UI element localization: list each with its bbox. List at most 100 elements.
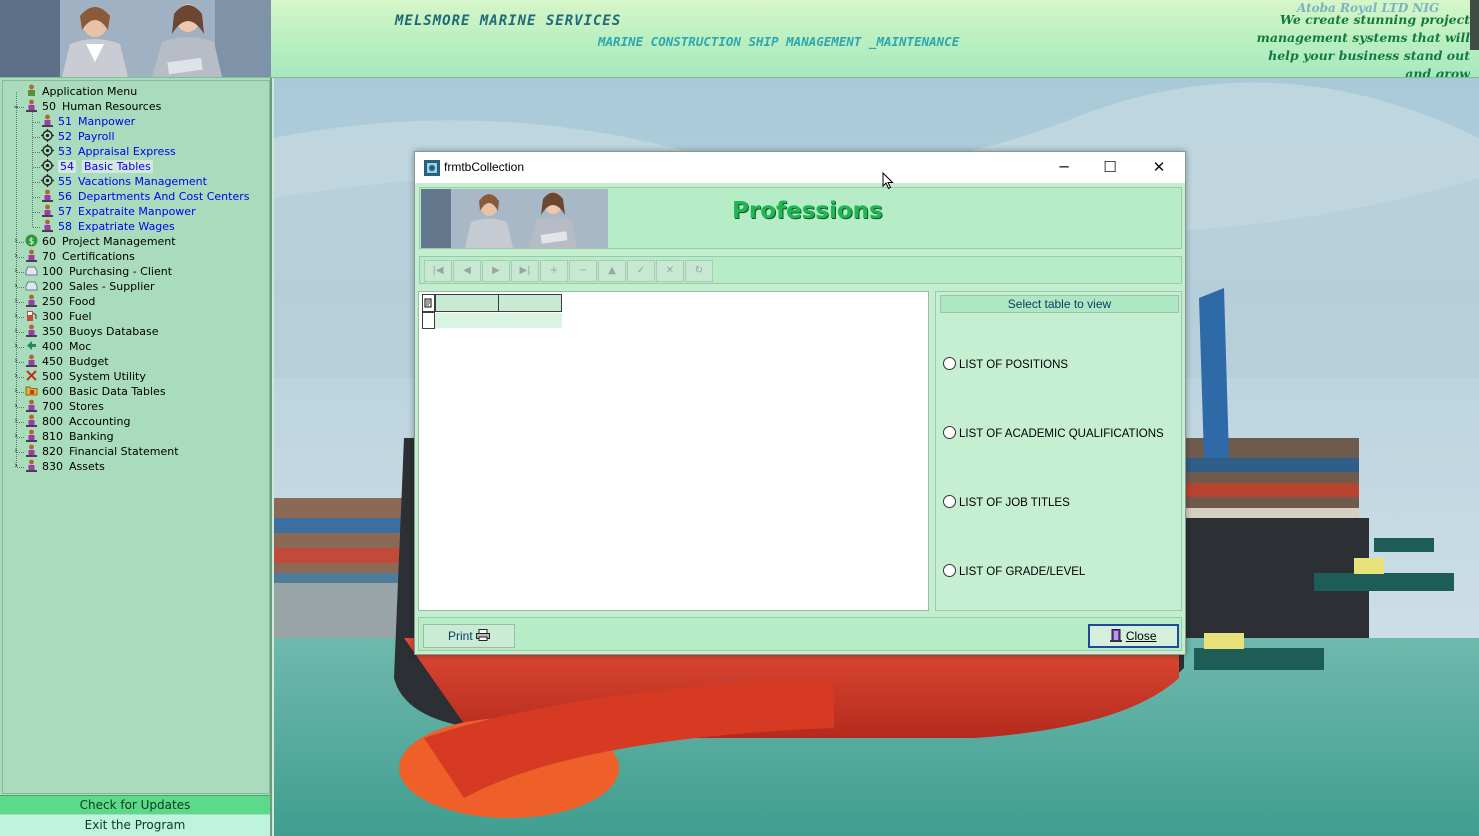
tree-item-300[interactable]: 300 Fuel bbox=[25, 309, 92, 324]
post-record-button[interactable]: ✓ bbox=[627, 260, 655, 282]
delete-record-button[interactable]: − bbox=[569, 260, 597, 282]
tree-item-350[interactable]: 350 Buoys Database bbox=[25, 324, 158, 339]
grid-new-row[interactable] bbox=[435, 313, 562, 328]
banner-photo bbox=[421, 189, 608, 248]
first-record-button[interactable]: |◀ bbox=[424, 260, 452, 282]
radio-list-of-grade-level[interactable]: LIST OF GRADE/LEVEL bbox=[943, 564, 1085, 580]
maximize-button[interactable]: ☐ bbox=[1087, 152, 1133, 183]
tree-item-text: Departments And Cost Centers bbox=[78, 190, 250, 203]
print-button[interactable]: Print bbox=[423, 624, 515, 648]
refresh-record-button[interactable]: ↻ bbox=[685, 260, 713, 282]
minimize-button[interactable]: ─ bbox=[1041, 152, 1087, 183]
tree-item-label: 60 bbox=[42, 235, 56, 248]
close-icon: ✕ bbox=[1152, 158, 1166, 176]
tree-item-500[interactable]: 500 System Utility bbox=[25, 369, 146, 384]
tree-item-53[interactable]: 53 Appraisal Express bbox=[41, 144, 176, 159]
radio-list-of-job-titles[interactable]: LIST OF JOB TITLES bbox=[943, 495, 1070, 511]
tree-item-text: Appraisal Express bbox=[78, 145, 176, 158]
tree-item-57[interactable]: 57 Expatraite Manpower bbox=[41, 204, 196, 219]
next-record-button[interactable]: ▶ bbox=[482, 260, 510, 282]
sidebar: Application Menu ⌄ 50 Human Resources 51 Man… bbox=[0, 78, 272, 836]
grid-column-header[interactable] bbox=[435, 294, 499, 312]
tree-item-text: Project Management bbox=[62, 235, 176, 248]
tree-item-51[interactable]: 51 Manpower bbox=[41, 114, 135, 129]
person-icon bbox=[25, 294, 38, 307]
tree-item-label: 58 bbox=[58, 220, 72, 233]
tree-item-800[interactable]: 800 Accounting bbox=[25, 414, 130, 429]
grid-row-indicator[interactable] bbox=[422, 294, 435, 312]
grid-new-row-indicator[interactable] bbox=[422, 312, 435, 329]
last-record-button[interactable]: ▶| bbox=[511, 260, 539, 282]
radio-label: LIST OF ACADEMIC QUALIFICATIONS bbox=[959, 428, 1164, 440]
tree-item-450[interactable]: 450 Budget bbox=[25, 354, 109, 369]
tree-item-56[interactable]: 56 Departments And Cost Centers bbox=[41, 189, 249, 204]
tree-item-text: Manpower bbox=[78, 115, 136, 128]
tree-guide-line bbox=[17, 302, 24, 303]
tree-item-55[interactable]: 55 Vacations Management bbox=[41, 174, 207, 189]
radio-button[interactable] bbox=[943, 495, 956, 508]
tree-item-text: Certifications bbox=[62, 250, 135, 263]
application-menu-tree[interactable]: Application Menu ⌄ 50 Human Resources 51 Man… bbox=[2, 80, 270, 794]
data-grid[interactable] bbox=[418, 291, 929, 611]
tree-root[interactable]: Application Menu bbox=[25, 84, 137, 99]
tree-item-400[interactable]: 400 Moc bbox=[25, 339, 91, 354]
insert-record-button[interactable]: + bbox=[540, 260, 568, 282]
tree-item-text: Assets bbox=[69, 460, 105, 473]
tree-guide-line bbox=[33, 137, 40, 138]
tree-guide-line bbox=[17, 287, 24, 288]
exit-program-button[interactable]: Exit the Program bbox=[0, 815, 270, 836]
app-window-icon bbox=[424, 160, 440, 176]
tree-item-200[interactable]: 200 Sales - Supplier bbox=[25, 279, 155, 294]
person-icon bbox=[25, 324, 38, 337]
tree-item-text: Vacations Management bbox=[78, 175, 207, 188]
tree-item-text: Buoys Database bbox=[69, 325, 159, 338]
tree-item-100[interactable]: 100 Purchasing - Client bbox=[25, 264, 172, 279]
radio-list-of-academic-qualifications[interactable]: LIST OF ACADEMIC QUALIFICATIONS bbox=[943, 426, 1164, 442]
tree-item-text: Basic Data Tables bbox=[69, 385, 166, 398]
tree-item-58[interactable]: 58 Expatriate Wages bbox=[41, 219, 175, 234]
gear-icon bbox=[41, 129, 54, 142]
tree-item-text: Purchasing - Client bbox=[69, 265, 173, 278]
check-for-updates-button[interactable]: Check for Updates bbox=[0, 795, 270, 814]
radio-button[interactable] bbox=[943, 564, 956, 577]
tree-guide-line bbox=[33, 122, 40, 123]
tree-item-250[interactable]: 250 Food bbox=[25, 294, 95, 309]
radio-list-of-positions[interactable]: LIST OF POSITIONS bbox=[943, 357, 1068, 373]
grid-column-header[interactable] bbox=[498, 294, 562, 312]
tree-item-600[interactable]: 600 Basic Data Tables bbox=[25, 384, 166, 399]
radio-button[interactable] bbox=[943, 357, 956, 370]
tree-item-60[interactable]: $60 Project Management bbox=[25, 234, 176, 249]
cancel-record-button[interactable]: ✕ bbox=[656, 260, 684, 282]
company-name: MELSMORE MARINE SERVICES bbox=[395, 13, 622, 29]
radio-button[interactable] bbox=[943, 426, 956, 439]
edit-record-button[interactable]: ▲ bbox=[598, 260, 626, 282]
dialog-title: frmtbCollection bbox=[444, 160, 525, 174]
tree-item-54[interactable]: 54 Basic Tables bbox=[41, 159, 153, 174]
window-close-button[interactable]: ✕ bbox=[1136, 152, 1182, 183]
dialog-banner: Professions bbox=[419, 187, 1182, 249]
tree-item-830[interactable]: 830 Assets bbox=[25, 459, 105, 474]
tree-item-700[interactable]: 700 Stores bbox=[25, 399, 104, 414]
tree-item-label: 700 bbox=[42, 400, 63, 413]
tree-item-text: Human Resources bbox=[62, 100, 162, 113]
tree-item-label: 820 bbox=[42, 445, 63, 458]
tree-item-label: 52 bbox=[58, 130, 72, 143]
tree-item-50[interactable]: 50 Human Resources bbox=[25, 99, 161, 114]
close-button[interactable]: Close bbox=[1088, 624, 1179, 648]
tree-item-810[interactable]: 810 Banking bbox=[25, 429, 114, 444]
tree-item-52[interactable]: 52 Payroll bbox=[41, 129, 115, 144]
tools-icon bbox=[25, 369, 38, 382]
prior-record-button[interactable]: ◀ bbox=[453, 260, 481, 282]
dialog-titlebar[interactable]: frmtbCollection ─ ☐ ✕ bbox=[415, 152, 1185, 183]
tree-item-text: Payroll bbox=[78, 130, 115, 143]
tree-item-70[interactable]: 70 Certifications bbox=[25, 249, 135, 264]
minimize-icon: ─ bbox=[1059, 158, 1069, 176]
close-label: Close bbox=[1125, 629, 1157, 643]
tree-guide-line bbox=[17, 392, 24, 393]
tree-item-820[interactable]: 820 Financial Statement bbox=[25, 444, 179, 459]
business-women-image bbox=[421, 189, 608, 248]
tree-item-text: Expatriate Wages bbox=[78, 220, 175, 233]
tree-item-label: 56 bbox=[58, 190, 72, 203]
table-selector-panel: Select table to view LIST OF POSITIONS L… bbox=[935, 291, 1182, 611]
tree-guide-line bbox=[17, 467, 24, 468]
